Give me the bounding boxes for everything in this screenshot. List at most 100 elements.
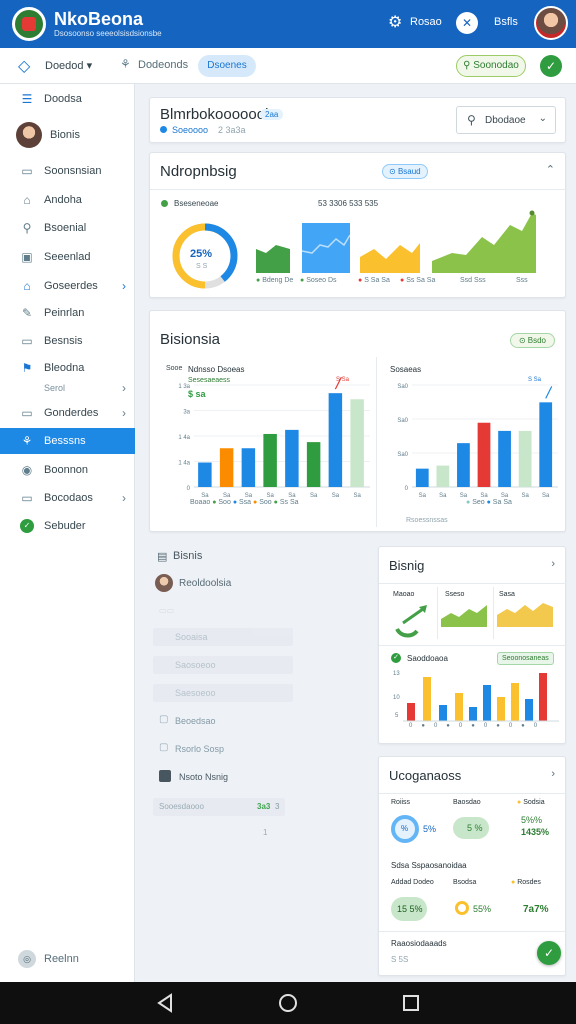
sidebar-item-goseerdes[interactable]: ⌂ Goseerdes ›: [0, 273, 135, 299]
mini-bar: [469, 707, 477, 721]
mini-cell-label: Maoao: [393, 591, 415, 598]
gear-icon[interactable]: ⚙: [388, 14, 406, 32]
blue-panel: [302, 223, 350, 273]
right-legend-item: Sa: [492, 499, 502, 506]
check-circle-icon: ✓: [20, 519, 34, 533]
tool-label[interactable]: Dodeonds: [138, 59, 188, 71]
target-icon: ◉: [21, 463, 33, 477]
right-legend-item: Sa: [503, 499, 512, 506]
list-row[interactable]: Nsoto Nsnig: [153, 768, 293, 786]
checkbox-icon: ▢: [159, 714, 169, 725]
green-area: [256, 245, 290, 273]
list-row[interactable]: ▢ Rsorlo Sosp: [153, 740, 293, 758]
bar-section-badge-label: Bsdo: [527, 336, 546, 345]
sidebar-item-besnsis[interactable]: ▭ Besnsis: [0, 328, 135, 354]
chevron-right-icon: ›: [122, 279, 126, 293]
legend-dot-icon: ●: [400, 277, 405, 284]
left-legend-item: Ss: [279, 499, 288, 506]
list-row[interactable]: ▢ Beoedsao: [153, 712, 293, 730]
y-tick-label: 1 4a: [178, 461, 190, 467]
sidebar-item-label: Boonnon: [44, 464, 89, 476]
tab-active[interactable]: Dsoenes: [198, 55, 256, 77]
app-subtitle: Dsosoonso seeeolsisdsionsbe: [54, 29, 162, 38]
sidebar-item-sebuder[interactable]: ✓ Sebuder: [0, 513, 135, 539]
yellow-area-sparkline: [360, 243, 420, 273]
stats-value: 5%%: [521, 815, 543, 825]
collapse-chevron-icon[interactable]: ⌃: [546, 163, 555, 176]
app-logo-icon[interactable]: [12, 7, 46, 41]
caption-6: Sss: [516, 277, 528, 284]
list-row[interactable]: Saesoeoo: [153, 684, 293, 702]
back-triangle-icon[interactable]: [156, 993, 174, 1013]
sidebar-item-peinrlan[interactable]: ✎ Peinrlan: [0, 300, 135, 326]
sidebar-item-bocodaos[interactable]: ▭ Bocodaos ›: [0, 485, 135, 511]
x-tick-label: Sa: [439, 493, 447, 499]
chevron-down-icon: ⌄: [538, 113, 547, 124]
sidebar-item-label: Gonderdes: [44, 407, 99, 419]
stats-value: 5%: [423, 824, 437, 834]
stats-value: 55%: [473, 904, 492, 914]
home-circle-icon[interactable]: [278, 993, 298, 1013]
tool-icon[interactable]: ⚘: [120, 57, 131, 71]
dropdown-label: Dbodaoe: [485, 115, 526, 126]
chevron-right-icon[interactable]: ›: [551, 558, 555, 570]
list-row[interactable]: Saosoeoo: [153, 656, 293, 674]
caption-1: Bdeng De: [262, 277, 294, 284]
list-footer-sub: 1: [263, 828, 268, 837]
search-icon: ⚲: [22, 221, 32, 235]
sidebar-item-seenlad[interactable]: ▣ Seeenlad: [0, 244, 135, 270]
sidebar-bottom-label: Reelnn: [44, 953, 79, 965]
sidebar-item-serol[interactable]: Serol ›: [0, 375, 135, 401]
mini-green-area: [441, 605, 487, 627]
mini-yellow-area: [497, 603, 553, 627]
stats-label: Sodsia: [523, 799, 545, 806]
sidebar-item-boonnon[interactable]: ◉ Boonnon: [0, 457, 135, 483]
menu-icon: ☰: [21, 92, 33, 106]
toggle-label[interactable]: Bsfls: [494, 16, 518, 28]
back-icon[interactable]: ◇: [18, 56, 30, 76]
stats-label: Roiiss: [391, 799, 411, 806]
list-row[interactable]: Sooaisa: [153, 628, 293, 646]
mini-bar: [423, 677, 431, 721]
bar: [263, 433, 277, 487]
bar: [457, 443, 470, 487]
check-icon[interactable]: ✓: [540, 55, 562, 77]
sidebar-item-gonderdes[interactable]: ▭ Gonderdes ›: [0, 400, 135, 426]
chevron-right-icon[interactable]: ›: [551, 768, 555, 780]
bar: [415, 468, 429, 487]
settings-label[interactable]: Rosao: [410, 16, 442, 28]
caption-2: Soseo Ds: [306, 277, 337, 284]
filter-dropdown[interactable]: ⚲ Dbodaoe ⌄: [456, 106, 556, 134]
legend-dot-icon: ●: [466, 499, 471, 506]
bar: [219, 448, 234, 487]
check-circle-icon: ✓: [391, 653, 401, 663]
box-icon: ▭: [21, 334, 33, 348]
legend-dot-icon: ●: [256, 277, 261, 284]
sidebar-item-sessions[interactable]: ▭ Soonsnsian: [0, 158, 135, 184]
bar-section-badge: ⊙ Bsdo: [509, 333, 555, 348]
x-tick-label: Sa: [419, 493, 427, 499]
stats-value: %: [401, 824, 409, 833]
left-legend-item: Ssa: [239, 499, 252, 506]
green-action-button[interactable]: ⚲ Soonodao: [456, 55, 526, 77]
sidebar-item-dashboard[interactable]: ☰ Doodsa: [0, 86, 135, 112]
recents-square-icon[interactable]: [402, 993, 420, 1013]
sidebar-item-profile[interactable]: Bionis: [0, 120, 135, 150]
system-nav-bar: [0, 982, 576, 1024]
title-badge: 2aa: [260, 109, 284, 120]
page-title: Blmrbokooooool: [160, 106, 269, 123]
sidebar-item-financial[interactable]: ⚲ Bsoenial: [0, 215, 135, 241]
yellow-area: [360, 243, 420, 273]
legend-dot-icon: ●: [300, 277, 305, 284]
close-icon[interactable]: ✕: [456, 12, 478, 34]
placeholder-icon: ▭▭: [159, 606, 175, 615]
sidebar-item-besssns[interactable]: ⚘ Besssns: [0, 428, 135, 454]
mini-legend-label: Saoddoaoa: [407, 654, 448, 663]
stats-card: Ucoganaoss › Roiiss Baosdao ● Sodsia % 5…: [378, 756, 567, 976]
sidebar-bottom-item[interactable]: ◎ Reelnn: [18, 950, 79, 968]
user-avatar[interactable]: [534, 6, 568, 40]
view-dropdown[interactable]: Doedod ▾: [45, 59, 92, 72]
sidebar-item-android[interactable]: ⌂ Andoha: [0, 187, 135, 213]
ring-icon: [455, 901, 469, 915]
confirm-check-button[interactable]: ✓: [537, 941, 561, 965]
